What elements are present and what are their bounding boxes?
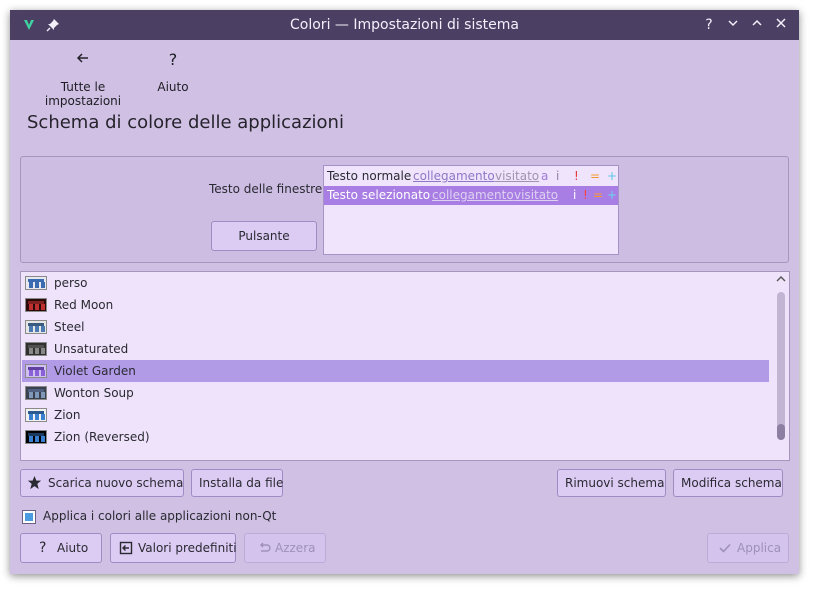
normal-link: collegamento <box>413 169 495 183</box>
scheme-item[interactable]: Zion (Reversed) <box>22 426 769 448</box>
selected-text: Testo selezionato <box>327 188 431 202</box>
scroll-track[interactable] <box>777 292 785 440</box>
scheme-name: perso <box>54 276 88 290</box>
normal-extra-3: = <box>590 169 601 183</box>
normal-visited: visitato <box>495 169 540 183</box>
scheme-thumbnail-icon <box>25 298 47 312</box>
settings-window: Colori — Impostazioni di sistema ? Tutte… <box>10 10 799 574</box>
defaults-icon <box>119 534 133 565</box>
check-icon <box>718 534 732 565</box>
arrow-left-icon <box>24 50 142 70</box>
undo-icon <box>257 534 271 565</box>
scheme-name: Violet Garden <box>54 364 136 378</box>
title-bar: Colori — Impostazioni di sistema ? <box>10 10 799 40</box>
scheme-item[interactable]: Violet Garden <box>22 360 769 382</box>
apply-label: Applica <box>737 541 782 555</box>
help-window-button[interactable]: ? <box>700 16 718 34</box>
scheme-name: Red Moon <box>54 298 114 312</box>
scheme-item[interactable]: Zion <box>22 404 769 426</box>
scroll-up-button[interactable] <box>775 275 786 285</box>
edit-label: Modifica schema <box>681 476 782 490</box>
selected-extra-0: i <box>573 188 577 202</box>
scheme-thumbnail-icon <box>25 386 47 400</box>
scheme-item[interactable]: Wonton Soup <box>22 382 769 404</box>
apply-non-qt-label: Applica i colori alle applicazioni non-Q… <box>43 509 277 523</box>
minimize-button[interactable] <box>724 16 742 34</box>
remove-label: Rimuovi schema <box>565 476 665 490</box>
normal-extra-1: i <box>556 169 560 183</box>
reset-button[interactable]: Azzera <box>244 533 326 563</box>
download-label: Scarica nuovo schema <box>48 476 184 490</box>
star-icon <box>27 470 42 499</box>
apply-non-qt-checkbox[interactable] <box>22 510 36 524</box>
selected-extra-3: + <box>607 188 618 202</box>
download-new-scheme-button[interactable]: Scarica nuovo schema <box>20 469 184 497</box>
checkbox-check-icon <box>25 513 33 521</box>
selected-extra-1: ! <box>583 188 588 202</box>
reset-label: Azzera <box>275 541 316 555</box>
install-label: Installa da file <box>199 476 284 490</box>
back-label: Tutte le impostazioni <box>44 80 122 108</box>
scheme-item[interactable]: Unsaturated <box>22 338 769 360</box>
selected-link: collegamento <box>432 188 514 202</box>
scrollbar[interactable] <box>772 272 789 460</box>
normal-extra-0: a <box>541 169 549 183</box>
normal-text: Testo normale <box>327 169 412 183</box>
scheme-thumbnail-icon <box>25 430 47 444</box>
preview-sample-text: Testo normale collegamento visitato a i … <box>323 165 619 255</box>
color-preview: Testo delle finestre Pulsante Testo norm… <box>20 156 789 263</box>
question-icon: ? <box>39 540 47 556</box>
chevron-up-icon <box>752 19 762 26</box>
install-from-file-button[interactable]: Installa da file <box>191 469 283 497</box>
selected-visited: visitato <box>514 188 559 202</box>
edit-scheme-button[interactable]: Modifica schema <box>673 469 783 497</box>
scheme-item[interactable]: Red Moon <box>22 294 769 316</box>
defaults-label: Valori predefiniti <box>138 541 237 555</box>
defaults-button[interactable]: Valori predefiniti <box>110 533 237 565</box>
scheme-item[interactable]: Steel <box>22 316 769 338</box>
back-to-all-settings-button[interactable]: Tutte le impostazioni <box>24 50 142 108</box>
scheme-thumbnail-icon <box>25 342 47 356</box>
scheme-name: Zion <box>54 408 81 422</box>
preview-selected-row: Testo selezionato collegamento visitato … <box>324 186 618 205</box>
scheme-thumbnail-icon <box>25 276 47 290</box>
footer-help-button[interactable]: ? Aiuto <box>20 533 102 563</box>
chevron-down-icon <box>728 20 738 27</box>
scheme-name: Unsaturated <box>54 342 129 356</box>
apply-button[interactable]: Applica <box>707 533 789 563</box>
normal-extra-4: + <box>607 169 618 183</box>
window-text-label: Testo delle finestre <box>209 182 323 196</box>
normal-extra-2: ! <box>574 169 579 183</box>
scheme-name: Zion (Reversed) <box>54 430 150 444</box>
scroll-thumb[interactable] <box>777 424 785 440</box>
selected-extra-2: = <box>593 188 604 202</box>
question-icon: ? <box>168 50 178 69</box>
close-button[interactable] <box>772 16 790 34</box>
scheme-thumbnail-icon <box>25 320 47 334</box>
toolbar-help-label: Aiuto <box>157 80 189 94</box>
footer-help-label: Aiuto <box>57 541 89 555</box>
preview-button[interactable]: Pulsante <box>211 221 317 251</box>
scheme-name: Wonton Soup <box>54 386 134 400</box>
page-title: Schema di colore delle applicazioni <box>27 112 344 133</box>
scheme-item[interactable]: perso <box>22 272 769 294</box>
window-title: Colori — Impostazioni di sistema <box>290 17 519 33</box>
close-icon <box>776 18 786 28</box>
maximize-button[interactable] <box>748 16 766 34</box>
scheme-name: Steel <box>54 320 85 334</box>
scheme-thumbnail-icon <box>25 408 47 422</box>
color-scheme-list[interactable]: perso Red Moon Steel Unsaturated Violet Gard… <box>20 271 790 461</box>
preview-normal-row: Testo normale collegamento visitato a i … <box>324 167 618 186</box>
scheme-thumbnail-icon <box>25 364 47 378</box>
remove-scheme-button[interactable]: Rimuovi schema <box>557 469 666 497</box>
chevron-up-icon <box>776 276 785 282</box>
toolbar-help-button[interactable]: ? Aiuto <box>155 50 191 94</box>
